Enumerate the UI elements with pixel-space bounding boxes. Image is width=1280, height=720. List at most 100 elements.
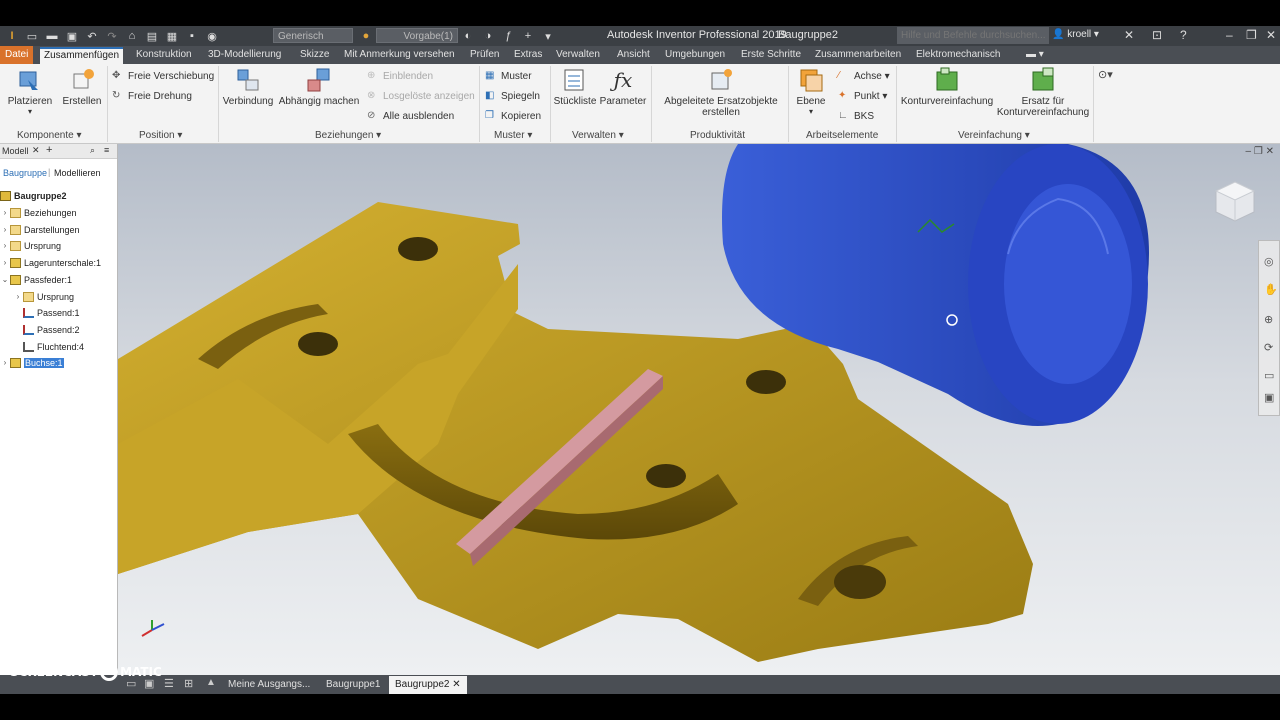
tree-item-baugruppe2[interactable]: Baugruppe2 [0, 188, 67, 203]
chevron-right-icon[interactable]: › [13, 292, 23, 301]
panel-label-muster[interactable]: Muster ▾ [494, 130, 532, 141]
tab-ansicht[interactable]: Ansicht [613, 48, 654, 64]
tree-item-passend-1[interactable]: Passend:1 [23, 305, 80, 320]
bks-button[interactable]: ∟ BKS [838, 110, 874, 122]
erstellen-button[interactable]: Erstellen [60, 66, 104, 107]
tab-verwalten[interactable]: Verwalten [552, 48, 604, 64]
panel-label-vereinfachung[interactable]: Vereinfachung ▾ [958, 130, 1030, 141]
redo-icon[interactable]: ↷ [104, 28, 120, 44]
tab-konstruktion[interactable]: Konstruktion [132, 48, 196, 64]
view-face-icon[interactable]: ▭ [1264, 369, 1274, 382]
tree-item-darstellungen[interactable]: › Darstellungen [0, 222, 80, 237]
chevron-right-icon[interactable]: › [0, 358, 10, 367]
fx-icon[interactable]: ƒ [500, 28, 516, 44]
chevron-right-icon[interactable]: › [0, 208, 10, 217]
freie-verschiebung-button[interactable]: ✥ Freie Verschiebung [112, 70, 214, 82]
panel-label-position[interactable]: Position ▾ [139, 130, 182, 141]
appearance-dropdown[interactable]: Vorgabe(1) [376, 28, 458, 43]
abgeleitete-ersatzobjekte-button[interactable]: Abgeleitete Ersatzobjekte erstellen [658, 66, 784, 118]
open-folder-icon[interactable]: ▬ [44, 28, 60, 44]
inventor-logo-icon[interactable]: I [4, 28, 20, 44]
losgeloeste-anzeigen-button[interactable]: ⊗ Losgelöste anzeigen [367, 90, 475, 102]
chevron-right-icon[interactable]: › [0, 225, 10, 234]
workspace-dropdown[interactable]: Generisch [273, 28, 353, 43]
tree-item-ursprung[interactable]: › Ursprung [0, 238, 61, 253]
chevron-up-icon[interactable]: ▲ [206, 677, 216, 688]
close-icon[interactable]: ✕ [452, 679, 460, 690]
doc-tab-meine-ausgangs[interactable]: Meine Ausgangs... [222, 676, 316, 694]
achse-button[interactable]: ⁄ Achse ▾ [838, 70, 890, 82]
freie-drehung-button[interactable]: ↻ Freie Drehung [112, 90, 192, 102]
save-icon[interactable]: ▣ [64, 28, 80, 44]
panel-label-beziehungen[interactable]: Beziehungen ▾ [315, 130, 381, 141]
help-search-input[interactable] [897, 27, 1049, 44]
material-icon[interactable]: ◉ [204, 28, 220, 44]
new-file-icon[interactable]: ▭ [24, 28, 40, 44]
graphics-viewport[interactable]: – ❐ ✕ ◎ ✋ ⊕ ⟳ ▭ ▣ [118, 144, 1280, 675]
restore-icon[interactable]: ❐ [1246, 28, 1257, 42]
viewcube-icon[interactable] [1212, 178, 1258, 224]
look-at-icon[interactable]: ▣ [1264, 391, 1274, 404]
kopieren-button[interactable]: ❐ Kopieren [485, 110, 541, 122]
abhaengig-machen-button[interactable]: Abhängig machen [277, 66, 361, 107]
user-account[interactable]: 👤 kroell ▾ [1052, 29, 1099, 40]
subtab-baugruppe[interactable]: Baugruppe [3, 168, 47, 178]
home-icon[interactable]: ⌂ [124, 28, 140, 44]
stueckliste-button[interactable]: Stückliste [552, 66, 598, 107]
subtab-modellieren[interactable]: Modellieren [54, 168, 101, 178]
clear-overrides-icon[interactable]: ◑ [480, 28, 496, 44]
exchange-icon[interactable]: ✕ [1124, 28, 1134, 42]
tab-mit-anmerkung[interactable]: Mit Anmerkung versehen [340, 48, 459, 64]
steering-wheel-icon[interactable]: ◎ [1264, 255, 1274, 268]
platzieren-button[interactable]: Platzieren ▾ [6, 66, 54, 116]
menu-icon[interactable]: ≡ [104, 145, 109, 155]
ribbon-options-icon[interactable]: ▬ ▾ [1022, 48, 1048, 64]
pan-icon[interactable]: ✋ [1264, 283, 1278, 296]
tab-zusammenarbeiten[interactable]: Zusammenarbeiten [811, 48, 905, 64]
undo-icon[interactable]: ↶ [84, 28, 100, 44]
panel-label-verwalten[interactable]: Verwalten ▾ [572, 130, 624, 141]
muster-button[interactable]: ▦ Muster [485, 70, 532, 82]
doc-tab-baugruppe1[interactable]: Baugruppe1 [320, 676, 387, 694]
tree-item-passfeder[interactable]: ⌄ Passfeder:1 [0, 272, 72, 287]
restore-icon[interactable]: ❐ [1254, 146, 1263, 157]
panel-label-komponente[interactable]: Komponente ▾ [17, 130, 82, 141]
tab-skizze[interactable]: Skizze [296, 48, 333, 64]
close-icon[interactable]: ✕ [1266, 28, 1276, 42]
parameter-button[interactable]: ƒx Parameter [600, 66, 647, 107]
close-icon[interactable]: ✕ [1266, 146, 1274, 157]
tab-elektromechanisch[interactable]: Elektromechanisch [912, 48, 1004, 64]
ribbon-customize-icon[interactable]: ⊙▾ [1098, 68, 1113, 81]
select-icon[interactable]: ▦ [164, 28, 180, 44]
print-icon[interactable]: ▤ [144, 28, 160, 44]
select-filter-icon[interactable]: ▪ [184, 28, 200, 44]
doc-tab-baugruppe2[interactable]: Baugruppe2 ✕ [389, 676, 467, 694]
tab-extras[interactable]: Extras [510, 48, 546, 64]
ebene-button[interactable]: Ebene ▾ [794, 66, 828, 116]
chevron-right-icon[interactable]: › [0, 241, 10, 250]
tree-item-fluchtend-4[interactable]: Fluchtend:4 [23, 339, 84, 354]
tab-datei[interactable]: Datei [0, 46, 34, 64]
tree-item-lagerunterschale[interactable]: › Lagerunterschale:1 [0, 255, 101, 270]
tile-columns-icon[interactable]: ⊞ [184, 677, 193, 690]
tile-rows-icon[interactable]: ☰ [164, 677, 174, 690]
verbindung-button[interactable]: Verbindung [222, 66, 274, 107]
alle-ausblenden-button[interactable]: ⊘ Alle ausblenden [367, 110, 454, 122]
close-icon[interactable]: ✕ [32, 145, 40, 156]
konturvereinfachung-button[interactable]: Konturvereinfachung [900, 66, 994, 107]
customize-icon[interactable]: ▾ [540, 28, 556, 44]
plus-icon[interactable]: + [520, 28, 536, 44]
tab-pruefen[interactable]: Prüfen [466, 48, 503, 64]
tab-zusammenfuegen[interactable]: Zusammenfügen [40, 47, 124, 64]
tab-umgebungen[interactable]: Umgebungen [661, 48, 729, 64]
tab-3d-modellierung[interactable]: 3D-Modellierung [204, 48, 285, 64]
adjust-icon[interactable]: ◐ [460, 28, 476, 44]
ersatz-konturvereinfachung-button[interactable]: Ersatz für Konturvereinfachung [996, 66, 1090, 118]
add-browser-icon[interactable]: + [46, 144, 52, 156]
help-icon[interactable]: ? [1180, 28, 1187, 42]
spiegeln-button[interactable]: ◧ Spiegeln [485, 90, 540, 102]
minimize-icon[interactable]: – [1246, 146, 1252, 157]
tree-item-ursprung-sub[interactable]: › Ursprung [13, 289, 74, 304]
punkt-button[interactable]: ✦ Punkt ▾ [838, 90, 887, 102]
tree-item-beziehungen[interactable]: › Beziehungen [0, 205, 77, 220]
